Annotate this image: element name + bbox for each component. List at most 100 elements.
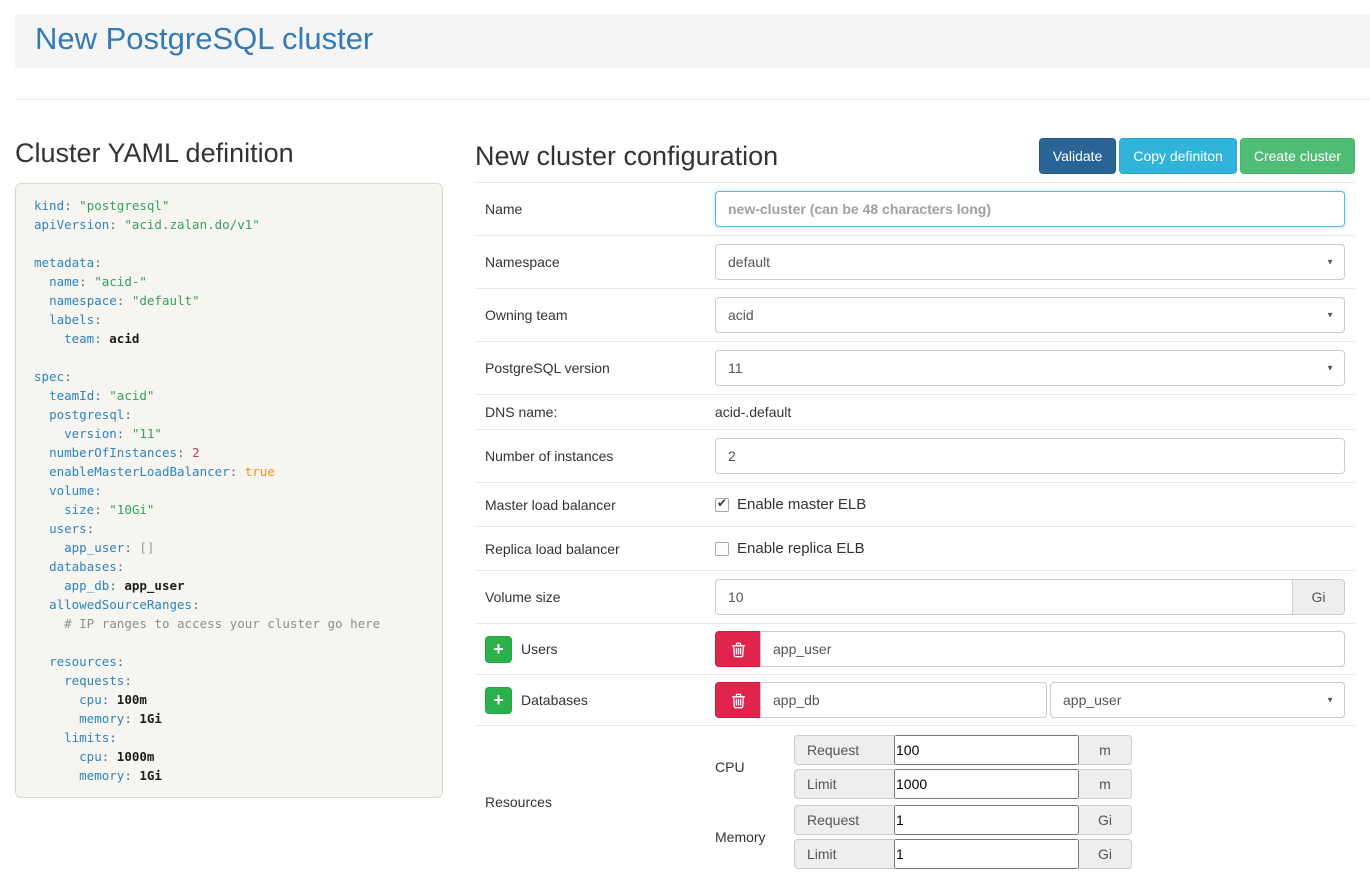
plus-icon: +: [493, 691, 504, 709]
name-input[interactable]: [715, 191, 1345, 227]
database-name-input[interactable]: [760, 682, 1047, 718]
database-owner-select[interactable]: app_user ▼: [1050, 682, 1345, 718]
volume-size-input[interactable]: [715, 579, 1293, 615]
cpu-limit-addon: Limit: [794, 769, 894, 799]
databases-label: Databases: [521, 692, 588, 708]
add-database-button[interactable]: +: [485, 687, 512, 714]
validate-button[interactable]: Validate: [1039, 138, 1117, 174]
chevron-down-icon: ▼: [1326, 311, 1334, 320]
user-item: [715, 631, 1345, 667]
volume-unit-addon: Gi: [1293, 579, 1345, 615]
yaml-line: app_db: app_user: [34, 576, 424, 595]
yaml-code: kind: "postgresql"apiVersion: "acid.zala…: [15, 183, 443, 798]
yaml-line: labels:: [34, 310, 424, 329]
toolbar: Validate Copy definiton Create cluster: [1039, 138, 1355, 174]
checkbox-icon[interactable]: [715, 542, 729, 556]
delete-user-button[interactable]: [715, 631, 760, 667]
row-dns-name: DNS name: acid-.default: [475, 394, 1355, 429]
row-users: + Users: [475, 623, 1355, 674]
volume-size-label: Volume size: [485, 589, 715, 605]
yaml-line: metadata:: [34, 253, 424, 272]
row-resources: Resources CPU Request m Limit: [475, 725, 1355, 878]
yaml-line: [34, 633, 424, 652]
replica-elb-checkbox[interactable]: Enable replica ELB: [715, 540, 865, 557]
memory-limit-input[interactable]: [894, 839, 1079, 869]
cpu-limit-input[interactable]: [894, 769, 1079, 799]
yaml-line: size: "10Gi": [34, 500, 424, 519]
yaml-line: teamId: "acid": [34, 386, 424, 405]
delete-database-button[interactable]: [715, 682, 760, 718]
yaml-line: memory: 1Gi: [34, 709, 424, 728]
yaml-line: spec:: [34, 367, 424, 386]
yaml-line: name: "acid-": [34, 272, 424, 291]
yaml-line: team: acid: [34, 329, 424, 348]
chevron-down-icon: ▼: [1326, 364, 1334, 373]
row-replica-lb: Replica load balancer Enable replica ELB: [475, 526, 1355, 570]
namespace-label: Namespace: [485, 254, 715, 270]
dns-name-value: acid-.default: [715, 404, 791, 420]
pg-version-selected-value: 11: [728, 360, 743, 376]
row-instances: Number of instances: [475, 429, 1355, 482]
yaml-panel: Cluster YAML definition kind: "postgresq…: [15, 136, 443, 798]
yaml-line: allowedSourceRanges:: [34, 595, 424, 614]
yaml-line: users:: [34, 519, 424, 538]
yaml-line: kind: "postgresql": [34, 196, 424, 215]
add-user-button[interactable]: +: [485, 636, 512, 663]
checkbox-icon[interactable]: [715, 498, 729, 512]
pg-version-select[interactable]: 11 ▼: [715, 350, 1345, 386]
yaml-line: numberOfInstances: 2: [34, 443, 424, 462]
yaml-line: memory: 1Gi: [34, 766, 424, 785]
memory-limit-unit-addon: Gi: [1079, 839, 1132, 869]
cpu-request-group: Request m: [794, 735, 1345, 765]
yaml-line: namespace: "default": [34, 291, 424, 310]
instances-label: Number of instances: [485, 448, 715, 464]
row-name: Name: [475, 182, 1355, 235]
chevron-down-icon: ▼: [1326, 696, 1334, 705]
yaml-line: enableMasterLoadBalancer: true: [34, 462, 424, 481]
row-master-lb: Master load balancer Enable master ELB: [475, 482, 1355, 526]
cpu-limit-unit-addon: m: [1079, 769, 1132, 799]
create-cluster-button[interactable]: Create cluster: [1240, 138, 1355, 174]
chevron-down-icon: ▼: [1326, 258, 1334, 267]
yaml-line: postgresql:: [34, 405, 424, 424]
master-lb-label: Master load balancer: [485, 497, 715, 513]
page-title: New PostgreSQL cluster: [35, 18, 1350, 60]
database-item: [715, 682, 1047, 718]
row-namespace: Namespace default ▼: [475, 235, 1355, 288]
yaml-line: # IP ranges to access your cluster go he…: [34, 614, 424, 633]
row-pg-version: PostgreSQL version 11 ▼: [475, 341, 1355, 394]
memory-limit-addon: Limit: [794, 839, 894, 869]
row-databases: + Databases: [475, 674, 1355, 725]
yaml-line: version: "11": [34, 424, 424, 443]
plus-icon: +: [493, 640, 504, 658]
resources-label: Resources: [485, 794, 715, 810]
users-label: Users: [521, 641, 558, 657]
cluster-form: Name Namespace default ▼ Owning team: [475, 182, 1355, 878]
namespace-select[interactable]: default ▼: [715, 244, 1345, 280]
master-elb-checkbox[interactable]: Enable master ELB: [715, 496, 866, 513]
cpu-label: CPU: [715, 759, 794, 775]
header-divider: [15, 99, 1370, 100]
memory-request-group: Request Gi: [794, 805, 1345, 835]
copy-definition-button[interactable]: Copy definiton: [1119, 138, 1237, 174]
owning-team-select[interactable]: acid ▼: [715, 297, 1345, 333]
namespace-selected-value: default: [728, 254, 770, 270]
yaml-line: databases:: [34, 557, 424, 576]
replica-elb-checkbox-label: Enable replica ELB: [737, 540, 865, 557]
memory-label: Memory: [715, 829, 794, 845]
config-panel-title: New cluster configuration: [475, 139, 778, 173]
main-content: Cluster YAML definition kind: "postgresq…: [15, 136, 1355, 878]
yaml-line: volume:: [34, 481, 424, 500]
replica-lb-label: Replica load balancer: [485, 541, 715, 557]
row-owning-team: Owning team acid ▼: [475, 288, 1355, 341]
cpu-request-input[interactable]: [894, 735, 1079, 765]
memory-limit-group: Limit Gi: [794, 839, 1345, 869]
instances-input[interactable]: [715, 438, 1345, 474]
cpu-request-unit-addon: m: [1079, 735, 1132, 765]
memory-request-input[interactable]: [894, 805, 1079, 835]
user-name-input[interactable]: [760, 631, 1345, 667]
cpu-resources: CPU Request m Limit m: [715, 735, 1345, 799]
name-label: Name: [485, 201, 715, 217]
yaml-line: apiVersion: "acid.zalan.do/v1": [34, 215, 424, 234]
config-header: New cluster configuration Validate Copy …: [475, 136, 1355, 176]
